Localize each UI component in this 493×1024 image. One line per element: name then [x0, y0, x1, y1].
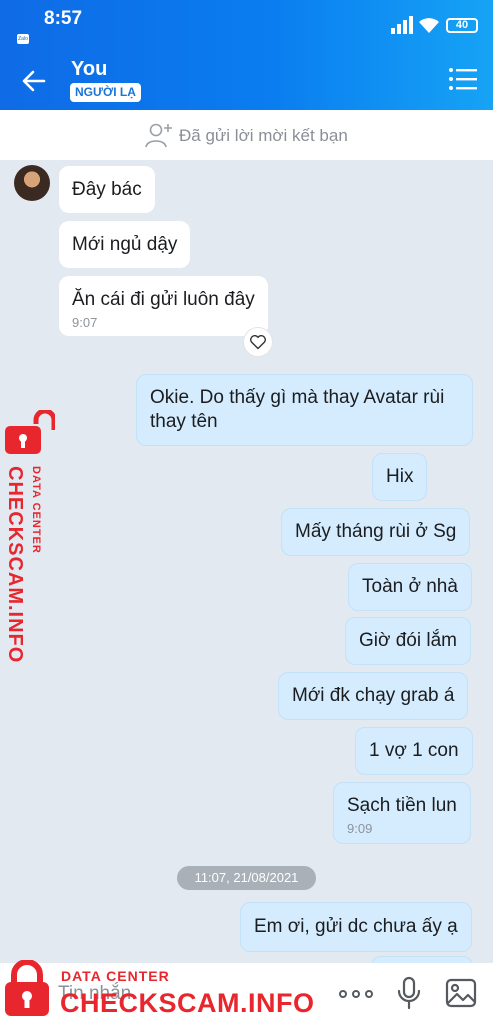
incoming-message[interactable]: Đây bác	[59, 166, 155, 213]
watermark-label: DATA CENTER	[61, 968, 170, 984]
message-text: Em ơi, gửi dc chưa ấy ạ	[254, 916, 458, 937]
message-text: thay tên	[150, 411, 218, 432]
message-text: Toàn ở nhà	[362, 576, 458, 597]
zalo-badge-icon: Zalo	[17, 34, 29, 44]
watermark-label: DATA CENTER	[30, 466, 42, 554]
message-text: Hix	[386, 466, 414, 487]
menu-list-icon[interactable]	[448, 66, 478, 92]
friend-request-text: Đã gửi lời mời kết bạn	[179, 126, 348, 145]
contact-avatar[interactable]	[14, 165, 50, 201]
outgoing-message[interactable]: Hix	[372, 453, 428, 501]
status-bar: 8:57 Zalo 40	[0, 0, 493, 50]
lock-icon	[5, 410, 55, 454]
outgoing-message[interactable]: Sạch tiền lun 9:09	[333, 782, 471, 844]
message-time: 9:09	[347, 821, 373, 836]
status-time: 8:57	[44, 8, 83, 29]
message-time: 9:07	[72, 315, 98, 330]
friend-request-bar: Đã gửi lời mời kết bạn	[0, 110, 493, 160]
lock-icon	[5, 960, 49, 1016]
watermark-bottom: DATA CENTER CHECKSCAM.INFO	[0, 958, 314, 1024]
date-separator: 11:07, 21/08/2021	[177, 866, 316, 890]
mic-icon[interactable]	[395, 976, 423, 1010]
incoming-message[interactable]: Mới ngủ dậy	[59, 221, 191, 268]
message-text: 1 vợ 1 con	[369, 740, 459, 761]
message-text: Đây bác	[72, 179, 142, 200]
incoming-message[interactable]: Ăn cái đi gửi luôn đây 9:07	[59, 276, 268, 336]
message-text: Ăn cái đi gửi luôn đây	[72, 289, 255, 310]
message-text: Mới đk chạy grab á	[292, 685, 455, 706]
contact-name[interactable]: You	[71, 58, 107, 81]
stranger-badge: NGƯỜI LẠ	[70, 83, 141, 102]
image-icon[interactable]	[445, 978, 477, 1008]
chat-header: You NGƯỜI LẠ	[0, 50, 493, 110]
outgoing-message[interactable]: Em ơi, gửi dc chưa ấy ạ	[240, 902, 472, 952]
more-icon[interactable]	[338, 980, 374, 1008]
wifi-icon	[419, 18, 439, 33]
outgoing-message[interactable]: 1 vợ 1 con	[355, 727, 473, 775]
heart-icon[interactable]	[243, 327, 273, 357]
watermark-side: CHECKSCAM.INFO DATA CENTER	[0, 410, 58, 663]
message-text: Mới ngủ dậy	[72, 234, 178, 255]
add-friend-icon	[145, 123, 172, 148]
message-text: Giờ đói lắm	[359, 630, 457, 651]
outgoing-message[interactable]: Mới đk chạy grab á	[278, 672, 469, 720]
back-arrow-icon[interactable]	[18, 64, 52, 98]
watermark-brand: CHECKSCAM.INFO	[4, 466, 26, 664]
outgoing-message[interactable]: Mấy tháng rùi ở Sg	[281, 508, 471, 556]
outgoing-message[interactable]: Giờ đói lắm	[345, 617, 471, 665]
message-text: Okie. Do thấy gì mà thay Avatar rùi	[150, 387, 445, 408]
message-text: Sạch tiền lun	[347, 795, 457, 816]
watermark-brand: CHECKSCAM.INFO	[60, 988, 315, 1018]
outgoing-message[interactable]: Okie. Do thấy gì mà thay Avatar rùi thay…	[136, 374, 473, 446]
battery-icon: 40	[446, 18, 478, 33]
outgoing-message[interactable]: Toàn ở nhà	[348, 563, 472, 611]
message-text: Mấy tháng rùi ở Sg	[295, 521, 457, 542]
signal-icon	[391, 16, 413, 34]
